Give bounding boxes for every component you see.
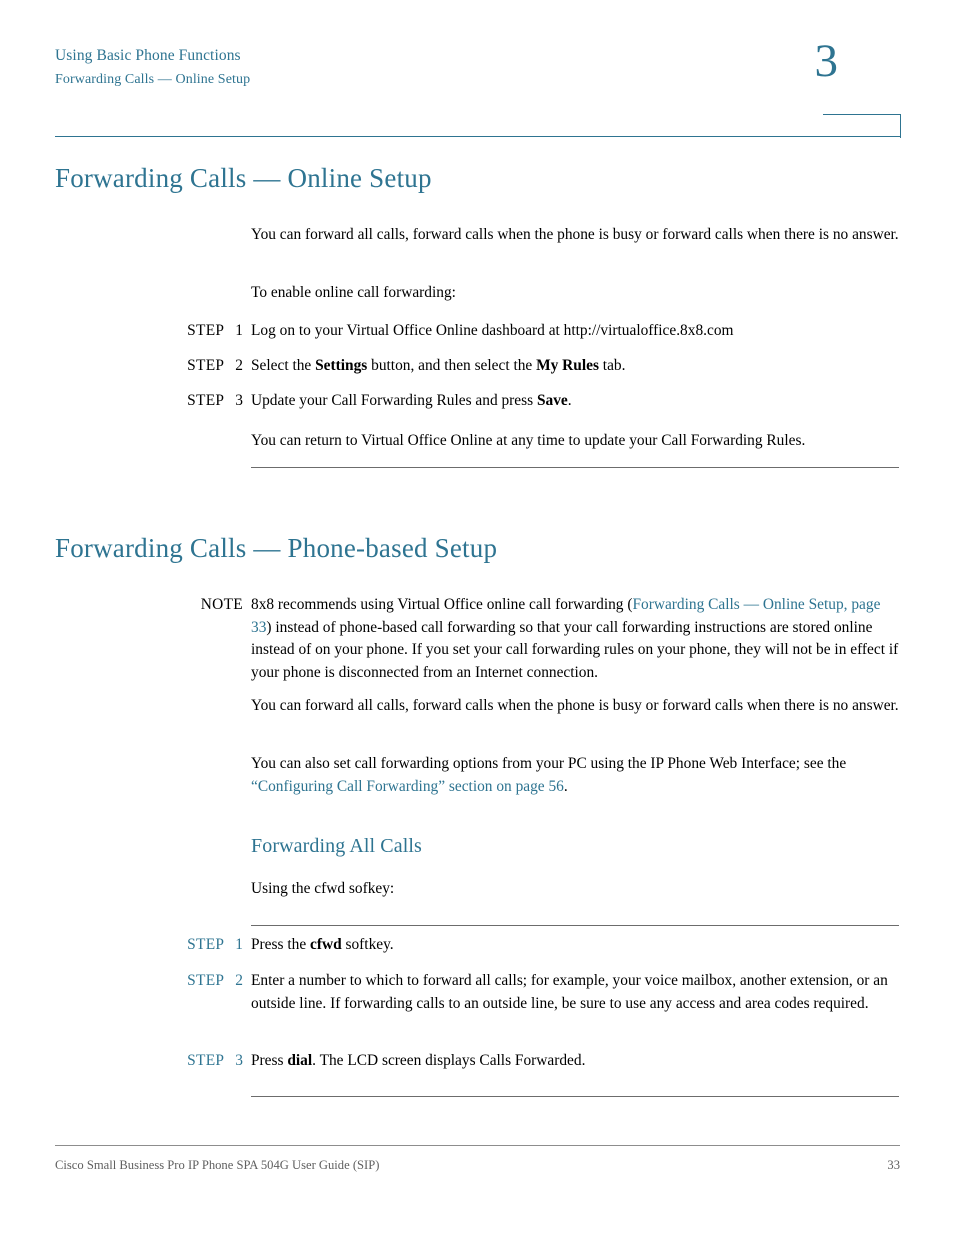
step-label: STEP 2 (55, 355, 243, 378)
step-row: STEP 2 Enter a number to which to forward… (55, 970, 900, 1015)
note-text: 8x8 recommends using Virtual Office onli… (251, 594, 899, 684)
step-emphasis: Settings (315, 357, 368, 374)
online-setup-lead-in: To enable online call forwarding: (251, 284, 456, 301)
configuring-call-forwarding-link[interactable]: “Configuring Call Forwarding” section on… (251, 778, 564, 795)
step-label: STEP 1 (55, 934, 243, 957)
step-text: Enter a number to which to forward all c… (251, 970, 899, 1015)
step-text-part: Select the (251, 357, 316, 374)
note-label: NOTE (200, 596, 243, 613)
step-word: STEP (187, 1052, 225, 1069)
footer-page-number: 33 (887, 1158, 900, 1172)
step-text-part: Enter a number to which to forward all c… (251, 972, 888, 1012)
step-word: STEP (187, 392, 225, 409)
step-word: STEP (187, 972, 225, 989)
footer-document-title: Cisco Small Business Pro IP Phone SPA 50… (55, 1158, 380, 1172)
step-row: STEP 1 Press the cfwd softkey. (55, 934, 900, 957)
phone-setup-paragraph-2: You can also set call forwarding options… (251, 753, 899, 798)
header-tab-box (823, 114, 901, 138)
step-text: Log on to your Virtual Office Online das… (251, 320, 899, 343)
step-row: STEP 1 Log on to your Virtual Office Onli… (55, 320, 900, 343)
step-row: STEP 3 Update your Call Forwarding Rules … (55, 390, 900, 413)
section-heading-phone-based-setup: Forwarding Calls — Phone-based Setup (55, 533, 498, 563)
section-heading-online-setup: Forwarding Calls — Online Setup (55, 163, 432, 193)
step-text-part: softkey. (341, 936, 394, 953)
forwarding-all-calls-lead-in: Using the cfwd sofkey: (251, 880, 395, 897)
header-rule (55, 136, 900, 137)
step-label: STEP 1 (55, 320, 243, 343)
step-row: STEP 2 Select the Settings button, and th… (55, 355, 900, 378)
note-block: NOTE 8x8 recommends using Virtual Office… (55, 594, 900, 684)
footer-rule (55, 1145, 900, 1146)
step-label: STEP 2 (55, 970, 243, 993)
step-row: STEP 3 Press dial. The LCD screen display… (55, 1050, 900, 1073)
step-label: STEP 3 (55, 390, 243, 413)
step-number: 1 (235, 322, 243, 339)
paragraph-text-part: You can also set call forwarding options… (251, 755, 847, 772)
document-page: Using Basic Phone Functions Forwarding C… (0, 0, 954, 1235)
step-text: Select the Settings button, and then sel… (251, 355, 899, 378)
note-text-part: 8x8 recommends using Virtual Office onli… (251, 596, 633, 613)
header-chapter-title: Using Basic Phone Functions (55, 47, 241, 64)
step-word: STEP (187, 357, 225, 374)
step-emphasis: dial (287, 1052, 313, 1069)
step-number: 2 (235, 972, 243, 989)
header-titles: Using Basic Phone Functions Forwarding C… (55, 45, 675, 90)
step-number: 3 (235, 392, 243, 409)
note-text-part: ) instead of phone-based call forwarding… (251, 618, 899, 681)
chapter-number: 3 (814, 35, 839, 87)
steps-top-divider (251, 925, 899, 926)
step-emphasis: My Rules (536, 357, 599, 374)
step-number: 1 (235, 936, 243, 953)
step-emphasis: Save (536, 392, 568, 409)
step-number: 3 (235, 1052, 243, 1069)
step-text-part: tab. (598, 357, 626, 374)
step-number: 2 (235, 357, 243, 374)
online-setup-closing-paragraph: You can return to Virtual Office Online … (251, 432, 806, 449)
step-text-part: . (567, 392, 572, 409)
steps-bottom-divider (251, 1096, 899, 1097)
online-setup-intro-paragraph: You can forward all calls, forward calls… (251, 226, 899, 243)
phone-setup-paragraph-1: You can forward all calls, forward calls… (251, 697, 899, 714)
step-text-part: . The LCD screen displays Calls Forwarde… (312, 1052, 586, 1069)
step-text-part: Press the (251, 936, 310, 953)
step-text-part: Press (251, 1052, 288, 1069)
step-word: STEP (187, 322, 225, 339)
step-text-part: Log on to your Virtual Office Online das… (251, 322, 734, 339)
step-word: STEP (187, 936, 225, 953)
step-emphasis: cfwd (310, 936, 342, 953)
step-text-part: Update your Call Forwarding Rules and pr… (251, 392, 537, 409)
subsection-heading-forwarding-all-calls: Forwarding All Calls (251, 835, 422, 857)
step-text: Press the cfwd softkey. (251, 934, 899, 957)
header-section-title: Forwarding Calls — Online Setup (55, 72, 251, 87)
paragraph-text-part: . (563, 777, 568, 795)
step-text: Update your Call Forwarding Rules and pr… (251, 390, 899, 413)
section-divider (251, 467, 899, 468)
step-label: STEP 3 (55, 1050, 243, 1073)
step-text-part: button, and then select the (367, 357, 537, 374)
step-text: Press dial. The LCD screen displays Call… (251, 1050, 899, 1073)
